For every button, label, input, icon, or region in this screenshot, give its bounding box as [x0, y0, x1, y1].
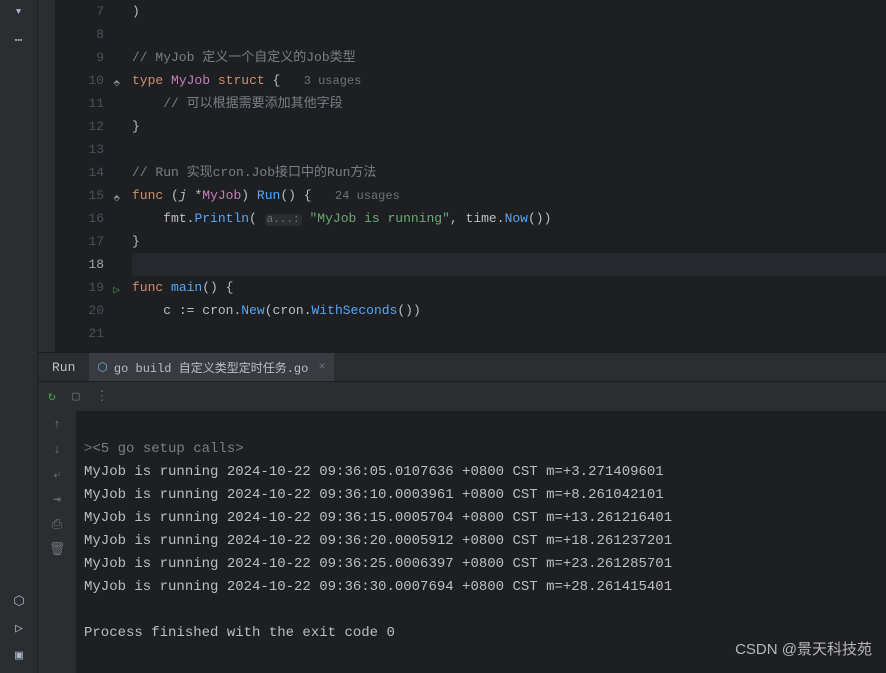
project-panel-edge[interactable]: [38, 0, 56, 352]
collapse-icon[interactable]: ▾: [15, 4, 23, 19]
editor-area: 7 8 9 10⬘ 11 12 13 14 15⬘ 16 17 18 19▷ 2…: [38, 0, 886, 352]
run-toolbar: ↻ ▢ ⋮: [38, 381, 886, 411]
current-line[interactable]: [132, 253, 886, 276]
run-config-tab[interactable]: ⬡ go build 自定义类型定时任务.go ×: [89, 353, 333, 381]
setup-calls[interactable]: <5 go setup calls>: [92, 441, 243, 457]
code-text: ): [132, 4, 140, 19]
more-icon[interactable]: ⋮: [96, 389, 109, 404]
services-icon[interactable]: ⬡: [13, 594, 24, 609]
exit-message: Process finished with the exit code 0: [84, 625, 395, 641]
main-area: 7 8 9 10⬘ 11 12 13 14 15⬘ 16 17 18 19▷ 2…: [38, 0, 886, 673]
usages-hint[interactable]: 3 usages: [304, 74, 362, 88]
run-icon[interactable]: ▷: [15, 621, 23, 636]
code-comment: // MyJob 定义一个自定义的Job类型: [132, 50, 356, 65]
watermark: CSDN @景天科技苑: [735, 638, 872, 659]
console-line: MyJob is running 2024-10-22 09:36:05.010…: [84, 464, 664, 480]
console-line: MyJob is running 2024-10-22 09:36:30.000…: [84, 579, 672, 595]
run-content: ↑ ↓ ⤶ ⇥ ⎙ 🗑 ><5 go setup calls> MyJob is…: [38, 411, 886, 673]
left-bottom-toolbar: ⬡ ▷ ▣: [0, 594, 38, 673]
usages-hint[interactable]: 24 usages: [335, 189, 400, 203]
line-gutter: 7 8 9 10⬘ 11 12 13 14 15⬘ 16 17 18 19▷ 2…: [56, 0, 114, 352]
scroll-icon[interactable]: ⇥: [53, 492, 61, 507]
stop-icon[interactable]: ▢: [72, 389, 80, 404]
console-line: MyJob is running 2024-10-22 09:36:10.000…: [84, 487, 664, 503]
implements-icon[interactable]: ⬘: [113, 188, 120, 211]
console-line: MyJob is running 2024-10-22 09:36:15.000…: [84, 510, 672, 526]
run-config-label: go build 自定义类型定时任务.go: [114, 359, 308, 376]
down-icon[interactable]: ↓: [53, 442, 61, 457]
print-icon[interactable]: ⎙: [52, 517, 62, 532]
code-content[interactable]: ) // MyJob 定义一个自定义的Job类型 type MyJob stru…: [114, 0, 886, 352]
implements-icon[interactable]: ⬘: [113, 73, 120, 96]
dots-icon[interactable]: ⋯: [15, 33, 23, 48]
up-icon[interactable]: ↑: [53, 417, 61, 432]
run-gutter-icon[interactable]: ▷: [113, 280, 120, 303]
console-output[interactable]: ><5 go setup calls> MyJob is running 202…: [76, 411, 886, 673]
rerun-icon[interactable]: ↻: [48, 389, 56, 404]
console-line: MyJob is running 2024-10-22 09:36:20.000…: [84, 533, 672, 549]
run-tool-window: Run ⬡ go build 自定义类型定时任务.go × ↻ ▢ ⋮ ↑ ↓ …: [38, 352, 886, 673]
console-line: MyJob is running 2024-10-22 09:36:25.000…: [84, 556, 672, 572]
wrap-icon[interactable]: ⤶: [53, 467, 60, 482]
close-icon[interactable]: ×: [318, 360, 325, 374]
console-side-toolbar: ↑ ↓ ⤶ ⇥ ⎙ 🗑: [38, 411, 76, 673]
trash-icon[interactable]: 🗑: [49, 542, 66, 557]
go-file-icon: ⬡: [97, 360, 107, 375]
tool-window-bar: ▾ ⋯: [0, 0, 38, 673]
param-hint: a...:: [265, 214, 302, 226]
run-tab[interactable]: Run: [38, 353, 89, 381]
terminal-icon[interactable]: ▣: [15, 648, 23, 663]
code-editor[interactable]: 7 8 9 10⬘ 11 12 13 14 15⬘ 16 17 18 19▷ 2…: [56, 0, 886, 352]
run-tabs-bar: Run ⬡ go build 自定义类型定时任务.go ×: [38, 353, 886, 381]
